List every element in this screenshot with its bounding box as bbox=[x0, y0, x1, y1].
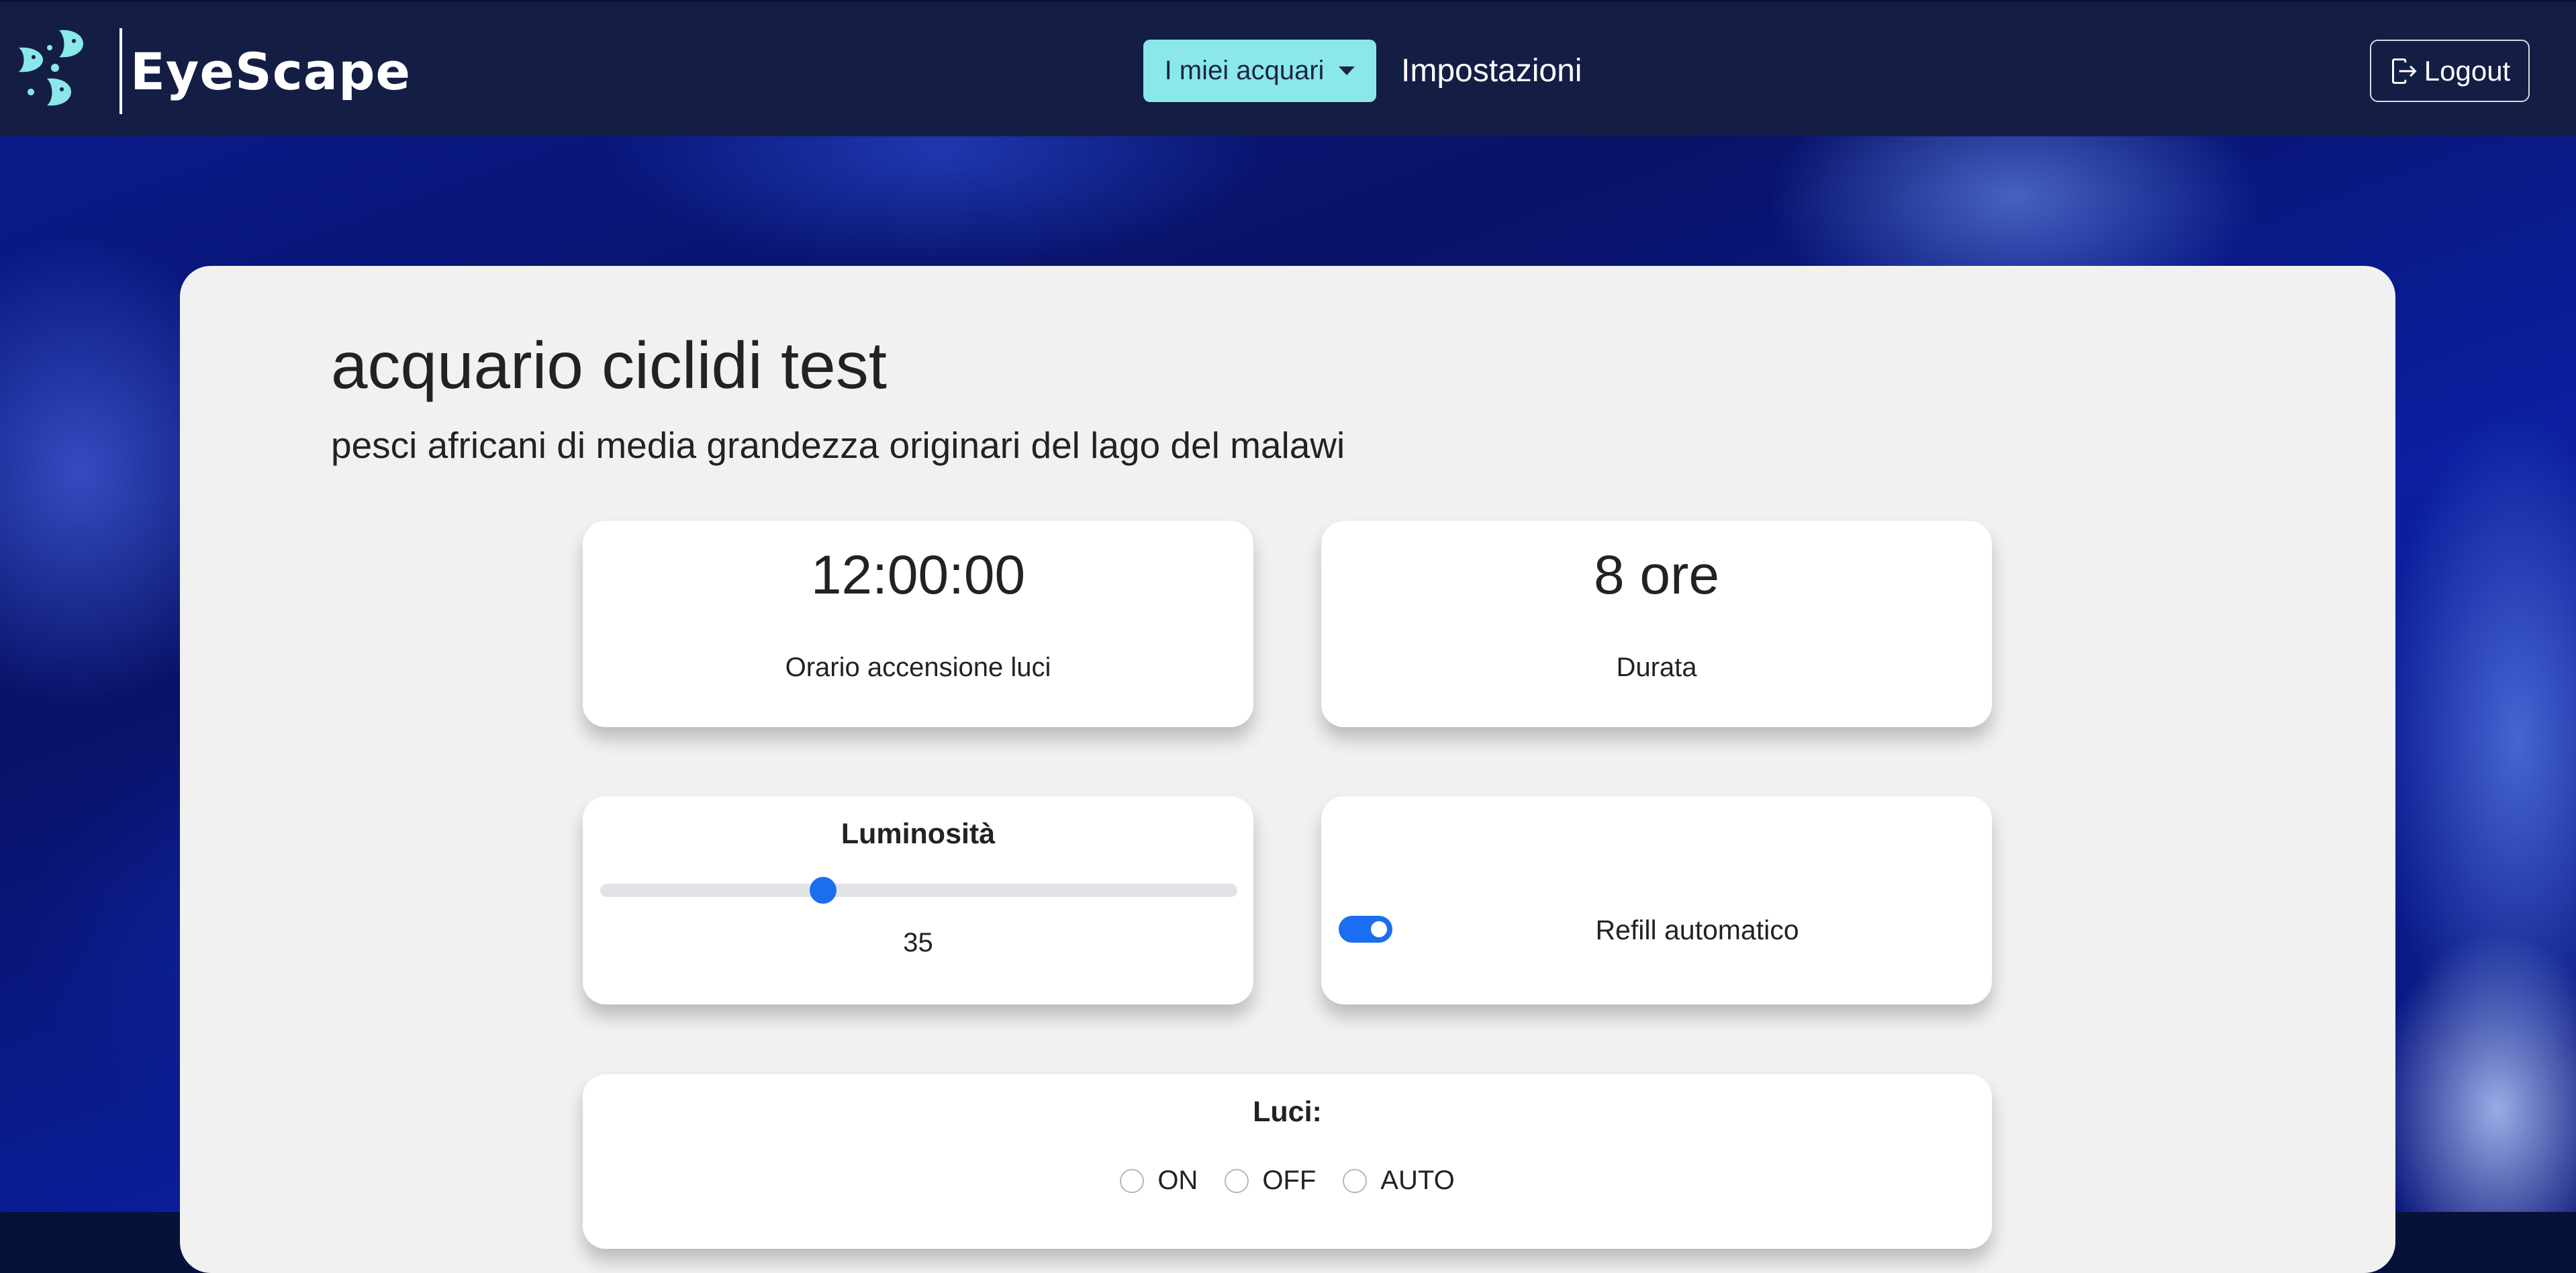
brightness-slider-track[interactable] bbox=[600, 884, 1237, 897]
lights-on-time-label: Orario accensione luci bbox=[785, 653, 1051, 682]
refill-toggle[interactable] bbox=[1339, 916, 1392, 943]
logout-label: Logout bbox=[2424, 54, 2511, 87]
top-navbar: EyeScape I miei acquari Impostazioni Log… bbox=[0, 0, 2576, 136]
caret-down-icon bbox=[1339, 66, 1355, 75]
page-title: acquario ciclidi test bbox=[331, 328, 887, 402]
brightness-heading: Luminosità bbox=[841, 818, 996, 850]
brightness-slider-thumb[interactable] bbox=[810, 877, 837, 904]
lights-mode-options: ON OFF AUTO bbox=[583, 1166, 1992, 1196]
lights-mode-card: Luci: ON OFF AUTO bbox=[583, 1074, 1992, 1249]
lights-option-auto[interactable]: AUTO bbox=[1343, 1166, 1455, 1196]
logout-button[interactable]: Logout bbox=[2370, 40, 2530, 102]
radio-label: ON bbox=[1157, 1166, 1198, 1195]
lights-mode-heading: Luci: bbox=[1253, 1096, 1322, 1128]
my-aquariums-dropdown[interactable]: I miei acquari bbox=[1143, 40, 1376, 102]
main-nav: I miei acquari Impostazioni bbox=[1143, 40, 1582, 102]
radio-label: OFF bbox=[1262, 1166, 1317, 1195]
duration-label: Durata bbox=[1616, 653, 1697, 682]
brand-divider bbox=[120, 28, 122, 114]
brightness-card: Luminosità 35 bbox=[583, 796, 1253, 1004]
lights-option-on[interactable]: ON bbox=[1120, 1166, 1198, 1196]
radio-button[interactable] bbox=[1225, 1168, 1249, 1193]
brightness-value: 35 bbox=[903, 928, 933, 957]
fish-logo-icon bbox=[19, 30, 83, 106]
radio-button[interactable] bbox=[1343, 1168, 1368, 1193]
settings-link[interactable]: Impostazioni bbox=[1401, 52, 1582, 89]
page-subtitle: pesci africani di media grandezza origin… bbox=[331, 424, 1345, 466]
duration-card: 8 ore Durata bbox=[1321, 521, 1992, 727]
radio-label: AUTO bbox=[1380, 1166, 1455, 1195]
lights-on-time-value: 12:00:00 bbox=[810, 545, 1026, 606]
refill-label: Refill automatico bbox=[1595, 914, 1799, 945]
refill-card: Refill automatico bbox=[1321, 796, 1992, 1004]
brand[interactable]: EyeScape bbox=[13, 28, 411, 115]
dropdown-label: I miei acquari bbox=[1164, 56, 1325, 85]
radio-button[interactable] bbox=[1120, 1168, 1145, 1193]
toggle-knob bbox=[1371, 921, 1387, 937]
lights-option-off[interactable]: OFF bbox=[1225, 1166, 1316, 1196]
lights-on-time-card: 12:00:00 Orario accensione luci bbox=[583, 521, 1253, 727]
box-arrow-right-icon bbox=[2391, 58, 2417, 84]
brand-name: EyeScape bbox=[130, 41, 412, 101]
duration-value: 8 ore bbox=[1594, 545, 1719, 606]
